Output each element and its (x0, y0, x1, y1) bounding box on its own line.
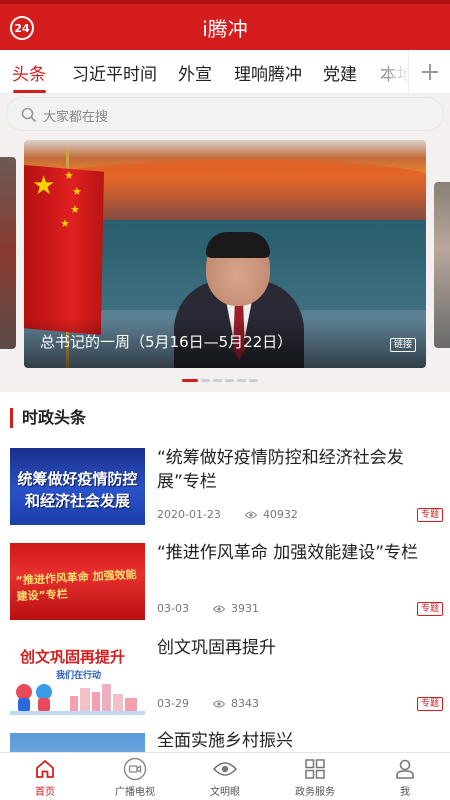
news-meta: 03-29 8343 (157, 697, 259, 710)
news-item[interactable]: 统筹做好疫情防控 和经济社会发展 “统筹做好疫情防控和经济社会发展”专栏 202… (0, 446, 450, 541)
bottom-navigation: 首页 广播电视 文明眼 政务服务 我 (0, 752, 450, 800)
carousel-indicator (182, 379, 258, 383)
star-icon: ★ (60, 217, 70, 230)
user-icon (396, 759, 414, 779)
banner-link-tag: 链接 (389, 338, 416, 352)
app-title: i腾冲 (202, 17, 248, 41)
news-thumbnail: 创文巩固再提升 我们在行动 (10, 638, 145, 715)
topic-badge: 专题 (417, 508, 444, 522)
nav-label: 文明眼 (210, 787, 240, 798)
search-input[interactable]: 大家都在搜 (6, 97, 444, 131)
thumbnail-text: 统筹做好疫情防控 (17, 470, 138, 488)
section-title: 时政头条 (10, 408, 86, 428)
eye-icon (212, 700, 225, 707)
carousel-next-slide[interactable] (434, 182, 450, 348)
news-thumbnail: “推进作风革命 加强效能建设”专栏 (10, 543, 145, 620)
view-count: 3931 (212, 602, 259, 615)
nav-label: 首页 (35, 787, 55, 798)
carousel-prev-slide[interactable] (0, 157, 16, 349)
news-title: “推进作风革命 加强效能建设”专栏 (157, 543, 419, 563)
tab-theory[interactable]: 理响腾冲 (234, 60, 302, 85)
nav-me[interactable]: 我 (360, 757, 450, 800)
news-item[interactable]: 创文巩固再提升 我们在行动 创文巩固再提升 03-29 8343 专题 (0, 636, 450, 731)
view-count: 8343 (212, 697, 259, 710)
carousel-dot[interactable] (237, 379, 246, 382)
eye-icon (244, 511, 257, 518)
nav-label: 政务服务 (295, 787, 335, 798)
banner-caption: 总书记的一周（5月16日—5月22日） (40, 333, 293, 351)
topic-badge: 专题 (417, 602, 444, 616)
news-date: 03-03 (157, 602, 189, 615)
tab-xi-time[interactable]: 习近平时间 (72, 60, 157, 85)
search-placeholder: 大家都在搜 (43, 110, 109, 125)
view-count-value: 3931 (230, 602, 259, 615)
news-meta: 03-03 3931 (157, 602, 259, 615)
carousel-dot[interactable] (182, 379, 198, 382)
star-icon: ★ (32, 171, 56, 201)
news-thumbnail: 统筹做好疫情防控 和经济社会发展 (10, 448, 145, 525)
news-thumbnail (10, 733, 145, 752)
carousel-dot[interactable] (225, 379, 234, 382)
grid-icon (305, 759, 325, 779)
thumbnail-text: 创文巩固再提升 (20, 648, 126, 666)
view-count-value: 8343 (230, 697, 259, 710)
news-item[interactable]: “推进作风革命 加强效能建设”专栏 “推进作风革命 加强效能建设”专栏 03-0… (0, 541, 450, 636)
flag-image: ★ ★ ★ ★ ★ (24, 165, 104, 335)
video-camera-icon (123, 757, 147, 781)
news-title: 全面实施乡村振兴 (157, 731, 293, 751)
news-date: 2020-01-23 (157, 508, 221, 521)
nav-label: 我 (400, 787, 410, 798)
search-icon (21, 107, 37, 123)
nav-label: 广播电视 (115, 787, 155, 798)
view-count: 40932 (244, 508, 298, 521)
add-tab-button[interactable] (408, 50, 450, 93)
topic-badge: 专题 (417, 697, 444, 711)
thumbnail-text: 和经济社会发展 (24, 492, 130, 510)
star-icon: ★ (64, 169, 74, 182)
nav-civilization-eye[interactable]: 文明眼 (180, 757, 270, 800)
home-icon (36, 760, 54, 778)
carousel-dot[interactable] (249, 379, 258, 382)
person-image (206, 232, 270, 258)
tab-headlines[interactable]: 头条 (12, 60, 46, 85)
plus-icon (421, 64, 438, 80)
news-date: 03-29 (157, 697, 189, 710)
thumbnail-text: “推进作风革命 加强效能建设”专栏 (15, 567, 137, 604)
star-icon: ★ (72, 185, 82, 198)
tab-fade (360, 50, 410, 93)
carousel-dot[interactable] (201, 379, 210, 382)
active-tab-indicator (13, 90, 46, 93)
app-header: 24 i腾冲 (0, 0, 450, 50)
eye-icon (213, 762, 237, 776)
category-tabs: 头条 习近平时间 外宣 理响腾冲 党建 本地 (0, 50, 450, 94)
nav-home[interactable]: 首页 (0, 757, 90, 800)
tab-party[interactable]: 党建 (323, 60, 357, 85)
tab-publicity[interactable]: 外宣 (178, 60, 212, 85)
mascot-skyline-image (10, 684, 145, 715)
news-meta: 2020-01-23 40932 (157, 508, 298, 521)
nav-government-services[interactable]: 政务服务 (270, 757, 360, 800)
news-title: “统筹做好疫情防控和经济社会发展”专栏 (157, 448, 404, 492)
star-icon: ★ (70, 203, 80, 216)
eye-icon (212, 605, 225, 612)
view-count-value: 40932 (262, 508, 298, 521)
nav-broadcast-tv[interactable]: 广播电视 (90, 757, 180, 800)
news-item[interactable]: 全面实施乡村振兴 (0, 731, 450, 752)
banner-slide[interactable]: ★ ★ ★ ★ ★ 总书记的一周（5月16日—5月22日） 链接 (24, 140, 426, 368)
news-title: 创文巩固再提升 (157, 638, 276, 658)
carousel-dot[interactable] (213, 379, 222, 382)
